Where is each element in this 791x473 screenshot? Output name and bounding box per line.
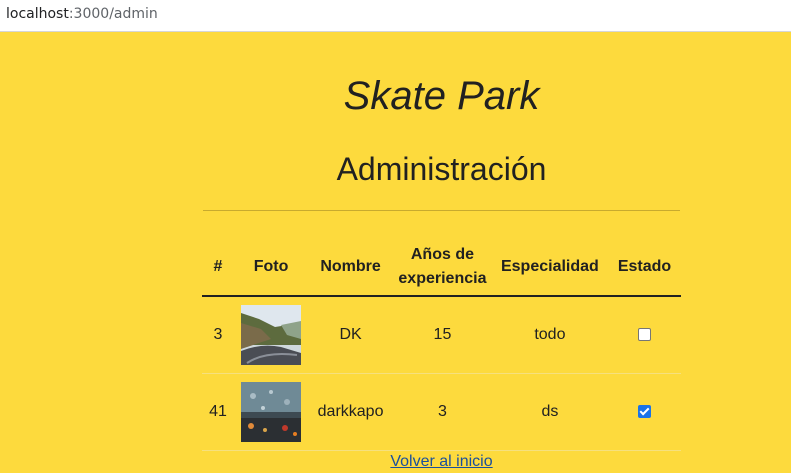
- cell-photo: [234, 296, 309, 374]
- cell-name: DK: [308, 296, 394, 374]
- address-bar[interactable]: localhost:3000/admin: [0, 0, 791, 32]
- cell-experience: 15: [393, 296, 492, 374]
- page-title: Skate Park: [343, 74, 540, 118]
- url-text[interactable]: localhost:3000/admin: [6, 6, 158, 22]
- header-status: Estado: [608, 238, 681, 297]
- header-experience: Años de experiencia: [393, 238, 492, 297]
- page-content: Skate Park Administración # Foto Nombre …: [0, 32, 791, 473]
- cell-specialty: todo: [491, 296, 608, 374]
- page-subtitle: Administración: [336, 151, 547, 187]
- header-experience-l1: Años: [410, 245, 451, 263]
- header-experience-l2: de: [455, 245, 474, 263]
- skater-photo: [241, 382, 302, 442]
- header-photo: Foto: [234, 238, 309, 297]
- cell-status: [608, 296, 681, 374]
- cell-name: darkkapo: [308, 373, 394, 451]
- divider: [203, 210, 680, 211]
- cell-status: [608, 373, 681, 451]
- cell-photo: [234, 373, 309, 451]
- header-name: Nombre: [308, 238, 394, 297]
- table-row: 3 DK 15 todo: [202, 296, 681, 374]
- skaters-table: # Foto Nombre Años de experiencia Especi…: [202, 238, 681, 451]
- table-header-row: # Foto Nombre Años de experiencia Especi…: [202, 238, 681, 297]
- cell-id: 3: [202, 296, 235, 374]
- table-row: 41 darkkapo 3 ds: [202, 373, 681, 451]
- url-path: :3000/admin: [68, 6, 158, 22]
- back-home-link[interactable]: Volver al inicio: [0, 453, 791, 471]
- header-id: #: [202, 238, 235, 297]
- status-checkbox[interactable]: [638, 328, 651, 342]
- url-host: localhost: [6, 6, 69, 22]
- skater-photo: [241, 305, 302, 365]
- status-checkbox[interactable]: [638, 405, 651, 419]
- cell-experience: 3: [393, 373, 492, 451]
- header-experience-l3: experiencia: [398, 269, 487, 287]
- cell-id: 41: [202, 373, 235, 451]
- cell-specialty: ds: [491, 373, 608, 451]
- header-specialty: Especialidad: [491, 238, 608, 297]
